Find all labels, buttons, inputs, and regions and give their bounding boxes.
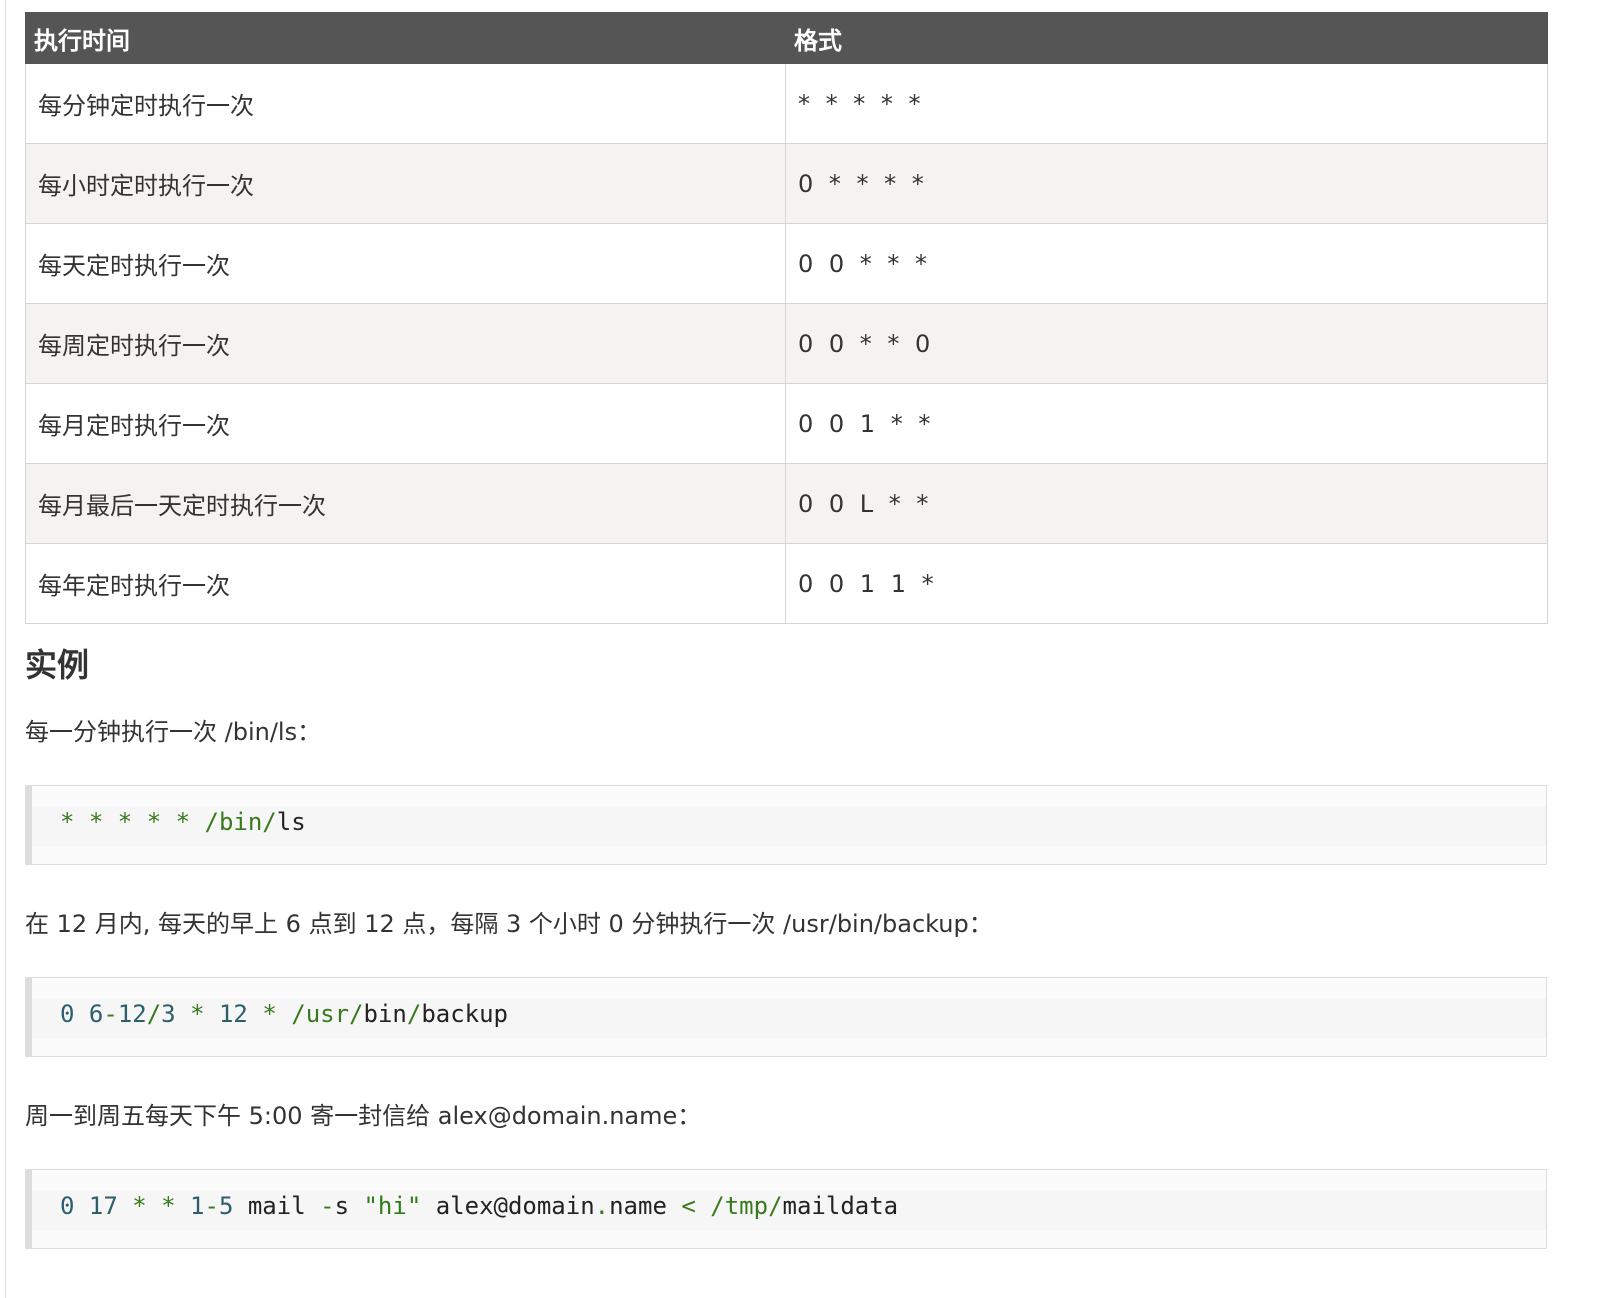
header-exec-time: 执行时间 [25,12,786,64]
code-line: 0 6-12/3 * 12 * /usr/bin/backup [60,1000,509,1028]
header-format: 格式 [785,12,1548,64]
cron-format-table: 执行时间 格式 每分钟定时执行一次 * * * * * 每小时定时执行一次 0 … [25,12,1548,624]
row-format: 0 0 * * 0 [785,303,1548,384]
table-row: 每年定时执行一次 0 0 1 1 * [25,543,1548,624]
row-format: 0 * * * * [785,143,1548,224]
row-desc: 每天定时执行一次 [25,223,786,304]
table-row: 每月定时执行一次 0 0 1 * * [25,383,1548,464]
example-description: 每一分钟执行一次 /bin/ls： [25,718,322,746]
row-desc: 每月定时执行一次 [25,383,786,464]
table-row: 每周定时执行一次 0 0 * * 0 [25,303,1548,384]
code-block: 0 17 * * 1-5 mail -s "hi" alex@domain.na… [25,1169,1547,1249]
table-header-row: 执行时间 格式 [25,12,1548,64]
row-desc: 每周定时执行一次 [25,303,786,384]
example-description: 在 12 月内, 每天的早上 6 点到 12 点，每隔 3 个小时 0 分钟执行… [25,910,993,938]
row-format: * * * * * [785,63,1548,144]
example-description: 周一到周五每天下午 5:00 寄一封信给 alex@domain.name： [25,1102,702,1130]
code-block: 0 6-12/3 * 12 * /usr/bin/backup [25,977,1547,1057]
row-format: 0 0 L * * [785,463,1548,544]
code-line: 0 17 * * 1-5 mail -s "hi" alex@domain.na… [60,1192,899,1220]
row-desc: 每月最后一天定时执行一次 [25,463,786,544]
table-row: 每月最后一天定时执行一次 0 0 L * * [25,463,1548,544]
row-desc: 每分钟定时执行一次 [25,63,786,144]
row-format: 0 0 1 * * [785,383,1548,464]
code-line: * * * * * /bin/ls [60,808,306,836]
table-row: 每天定时执行一次 0 0 * * * [25,223,1548,304]
table-row: 每小时定时执行一次 0 * * * * [25,143,1548,224]
code-block: * * * * * /bin/ls [25,785,1547,865]
row-desc: 每小时定时执行一次 [25,143,786,224]
page-left-rule [5,0,6,1298]
row-desc: 每年定时执行一次 [25,543,786,624]
section-title: 实例 [25,646,90,684]
row-format: 0 0 * * * [785,223,1548,304]
table-row: 每分钟定时执行一次 * * * * * [25,63,1548,144]
row-format: 0 0 1 1 * [785,543,1548,624]
